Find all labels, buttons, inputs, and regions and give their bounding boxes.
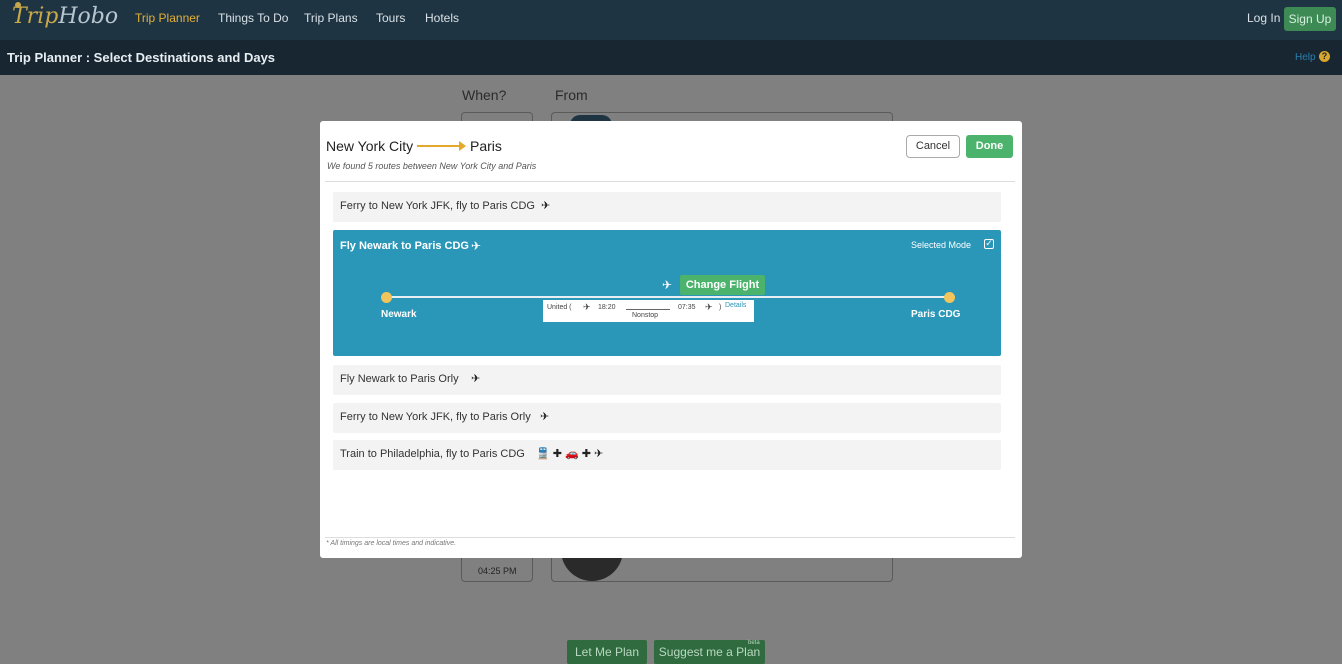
logo-pin-icon xyxy=(15,2,21,8)
plane-icon: ✈ xyxy=(541,200,551,212)
close-paren: ) xyxy=(719,304,722,311)
routes-found-text: We found 5 routes between New York City … xyxy=(327,161,537,171)
footer-divider xyxy=(325,537,1015,538)
help-icon[interactable]: ? xyxy=(1319,51,1330,62)
plane-icon: ✈ xyxy=(583,302,591,312)
destination-city: Paris xyxy=(470,138,502,154)
route-arrowhead-icon xyxy=(459,141,466,151)
header-divider xyxy=(325,181,1015,182)
route-arrow-icon xyxy=(417,145,463,147)
page-header: Trip Planner : Select Destinations and D… xyxy=(0,40,1342,75)
destination-dot xyxy=(944,292,955,303)
from-label: From xyxy=(555,87,588,103)
route-timeline xyxy=(386,296,950,298)
origin-dot xyxy=(381,292,392,303)
flight-info-box: United ( ✈ 18:20 Nonstop 07:35 ✈ ) Detai… xyxy=(543,300,754,322)
nav-things-to-do[interactable]: Things To Do xyxy=(218,11,288,25)
cancel-button[interactable]: Cancel xyxy=(906,135,960,158)
route-option[interactable]: Ferry to New York JFK, fly to Paris CDG … xyxy=(333,192,1001,222)
triphobo-logo[interactable]: TripHobo xyxy=(12,2,119,29)
login-link[interactable]: Log In xyxy=(1247,11,1280,25)
flight-duration-line xyxy=(626,309,670,310)
page-title: Trip Planner : Select Destinations and D… xyxy=(7,50,276,65)
airline-name: United ( xyxy=(547,304,572,311)
nav-hotels[interactable]: Hotels xyxy=(425,11,459,25)
signup-button[interactable]: Sign Up xyxy=(1284,7,1336,31)
route-option[interactable]: Train to Philadelphia, fly to Paris CDG … xyxy=(333,440,1001,470)
timings-footnote: * All timings are local times and indica… xyxy=(326,540,457,547)
departure-time: 18:20 xyxy=(598,304,616,311)
help-link[interactable]: Help xyxy=(1295,52,1316,63)
checkbox-checked-icon[interactable]: ✓ xyxy=(984,239,994,249)
done-button[interactable]: Done xyxy=(966,135,1013,158)
nav-tours[interactable]: Tours xyxy=(376,11,405,25)
let-me-plan-button[interactable]: Let Me Plan xyxy=(567,640,647,664)
selected-route-label: Fly Newark to Paris CDG xyxy=(340,240,469,252)
route-label: Fly Newark to Paris Orly xyxy=(340,373,459,385)
nav-trip-plans[interactable]: Trip Plans xyxy=(304,11,358,25)
beta-badge: beta xyxy=(748,640,760,646)
nav-trip-planner[interactable]: Trip Planner xyxy=(135,11,200,25)
plane-icon: ✈ xyxy=(471,239,482,253)
selected-mode-label: Selected Mode xyxy=(911,240,972,250)
route-selection-modal: New York City Paris We found 5 routes be… xyxy=(320,121,1022,558)
plane-icon: ✈ xyxy=(540,411,550,423)
selected-route[interactable]: Fly Newark to Paris CDG ✈ Selected Mode … xyxy=(333,230,1001,356)
logo-text-hobo: Hobo xyxy=(58,4,119,29)
stops-text: Nonstop xyxy=(632,312,659,319)
route-option[interactable]: Fly Newark to Paris Orly ✈ xyxy=(333,365,1001,395)
details-link[interactable]: Details xyxy=(725,302,746,309)
route-option[interactable]: Ferry to New York JFK, fly to Paris Orly… xyxy=(333,403,1001,433)
route-label: Train to Philadelphia, fly to Paris CDG xyxy=(340,448,525,460)
change-flight-button[interactable]: Change Flight xyxy=(680,275,765,295)
route-label: Ferry to New York JFK, fly to Paris Orly xyxy=(340,411,531,423)
when-label: When? xyxy=(462,87,507,103)
route-label: Ferry to New York JFK, fly to Paris CDG xyxy=(340,200,535,212)
train-car-plane-icons: 🚆 ✚ 🚗 ✚ ✈ xyxy=(536,448,604,460)
plane-icon: ✈ xyxy=(662,278,673,292)
plane-icon: ✈ xyxy=(471,373,481,385)
arrival-time: 07:35 xyxy=(678,304,696,311)
destination-airport: Paris CDG xyxy=(911,309,961,320)
top-navbar: TripHobo Trip Planner Things To Do Trip … xyxy=(0,0,1342,40)
plane-icon: ✈ xyxy=(705,302,713,312)
arrival-time: 04:25 PM xyxy=(478,566,517,576)
origin-airport: Newark xyxy=(381,309,417,320)
origin-city: New York City xyxy=(326,138,414,154)
